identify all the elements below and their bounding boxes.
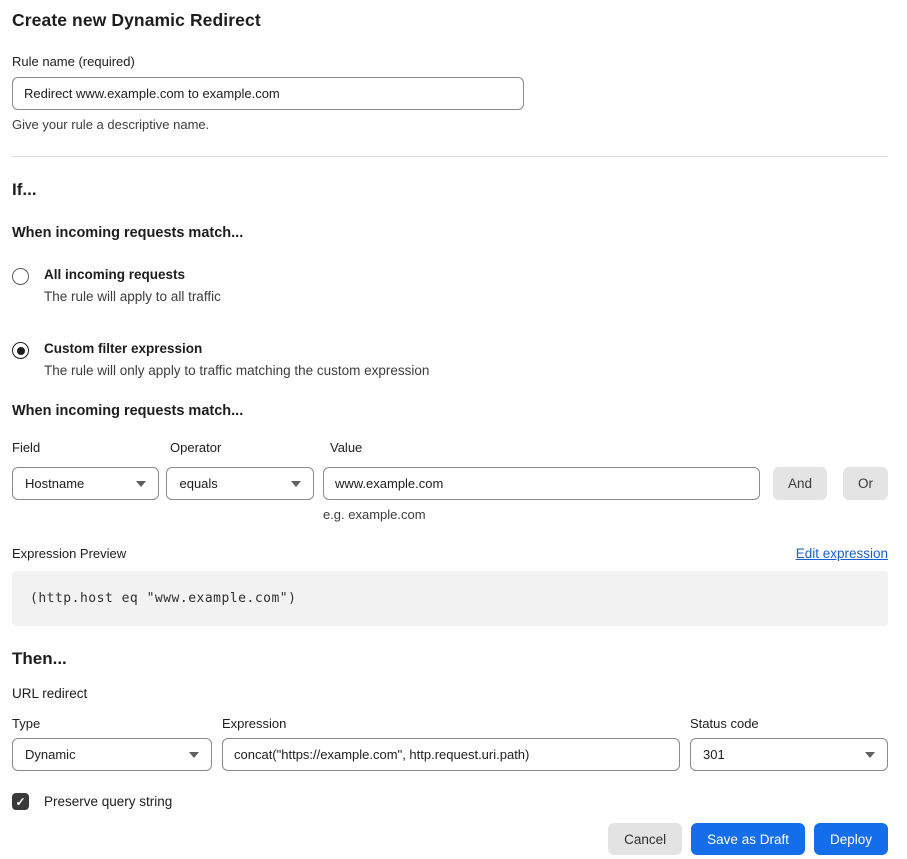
type-select-value: Dynamic: [25, 747, 76, 762]
chevron-down-icon: [189, 752, 199, 758]
check-icon: ✓: [15, 796, 25, 808]
radio-custom-label: Custom filter expression: [44, 341, 429, 356]
type-select[interactable]: Dynamic: [12, 738, 212, 771]
field-select[interactable]: Hostname: [12, 467, 159, 500]
value-input[interactable]: [323, 467, 760, 500]
edit-expression-link[interactable]: Edit expression: [796, 546, 888, 561]
save-as-draft-button[interactable]: Save as Draft: [691, 823, 805, 855]
radio-button-icon[interactable]: [12, 268, 29, 285]
status-code-select[interactable]: 301: [690, 738, 888, 771]
field-label: Field: [12, 440, 170, 455]
expression-preview-header: Expression Preview Edit expression: [12, 546, 888, 561]
rule-name-section: Rule name (required) Give your rule a de…: [12, 54, 888, 132]
checkbox-checked-icon[interactable]: ✓: [12, 793, 29, 810]
condition-builder-heading: When incoming requests match...: [12, 403, 888, 419]
status-code-label: Status code: [690, 716, 759, 731]
preserve-query-string-label: Preserve query string: [44, 794, 172, 809]
and-button[interactable]: And: [773, 467, 827, 500]
operator-label: Operator: [170, 440, 330, 455]
cancel-button[interactable]: Cancel: [608, 823, 682, 855]
value-hint: e.g. example.com: [323, 507, 760, 522]
deploy-button[interactable]: Deploy: [814, 823, 888, 855]
if-heading: If...: [12, 180, 888, 200]
expression-preview-label: Expression Preview: [12, 546, 126, 561]
page-title: Create new Dynamic Redirect: [12, 10, 888, 31]
type-label: Type: [12, 716, 222, 731]
operator-select[interactable]: equals: [166, 467, 313, 500]
radio-all-label: All incoming requests: [44, 267, 221, 282]
match-type-radio-group: All incoming requests The rule will appl…: [12, 267, 888, 378]
condition-builder: Field Operator Value Hostname equals e.g…: [12, 440, 888, 522]
chevron-down-icon: [291, 481, 301, 487]
rule-name-label: Rule name (required): [12, 54, 888, 69]
section-divider: [12, 156, 888, 157]
value-label: Value: [330, 440, 362, 455]
field-select-value: Hostname: [25, 476, 84, 491]
radio-custom-filter-expression[interactable]: Custom filter expression The rule will o…: [12, 341, 888, 378]
status-code-select-value: 301: [703, 747, 725, 762]
rule-name-help: Give your rule a descriptive name.: [12, 117, 888, 132]
rule-name-input[interactable]: [12, 77, 524, 110]
radio-custom-description: The rule will only apply to traffic matc…: [44, 363, 429, 378]
url-redirect-label: URL redirect: [12, 686, 888, 701]
chevron-down-icon: [865, 752, 875, 758]
radio-all-incoming-requests[interactable]: All incoming requests The rule will appl…: [12, 267, 888, 304]
radio-all-description: The rule will apply to all traffic: [44, 289, 221, 304]
expression-preview-code-block: (http.host eq "www.example.com"): [12, 571, 888, 626]
chevron-down-icon: [136, 481, 146, 487]
create-redirect-form: Create new Dynamic Redirect Rule name (r…: [0, 0, 907, 855]
preserve-query-string-row[interactable]: ✓ Preserve query string: [12, 793, 888, 810]
then-heading: Then...: [12, 649, 888, 669]
or-button[interactable]: Or: [843, 467, 888, 500]
radio-button-selected-icon[interactable]: [12, 342, 29, 359]
expression-label: Expression: [222, 716, 690, 731]
form-actions: Cancel Save as Draft Deploy: [12, 823, 888, 855]
expression-code: (http.host eq "www.example.com"): [30, 591, 296, 606]
match-type-heading: When incoming requests match...: [12, 225, 888, 241]
operator-select-value: equals: [179, 476, 217, 491]
redirect-expression-input[interactable]: [222, 738, 680, 771]
